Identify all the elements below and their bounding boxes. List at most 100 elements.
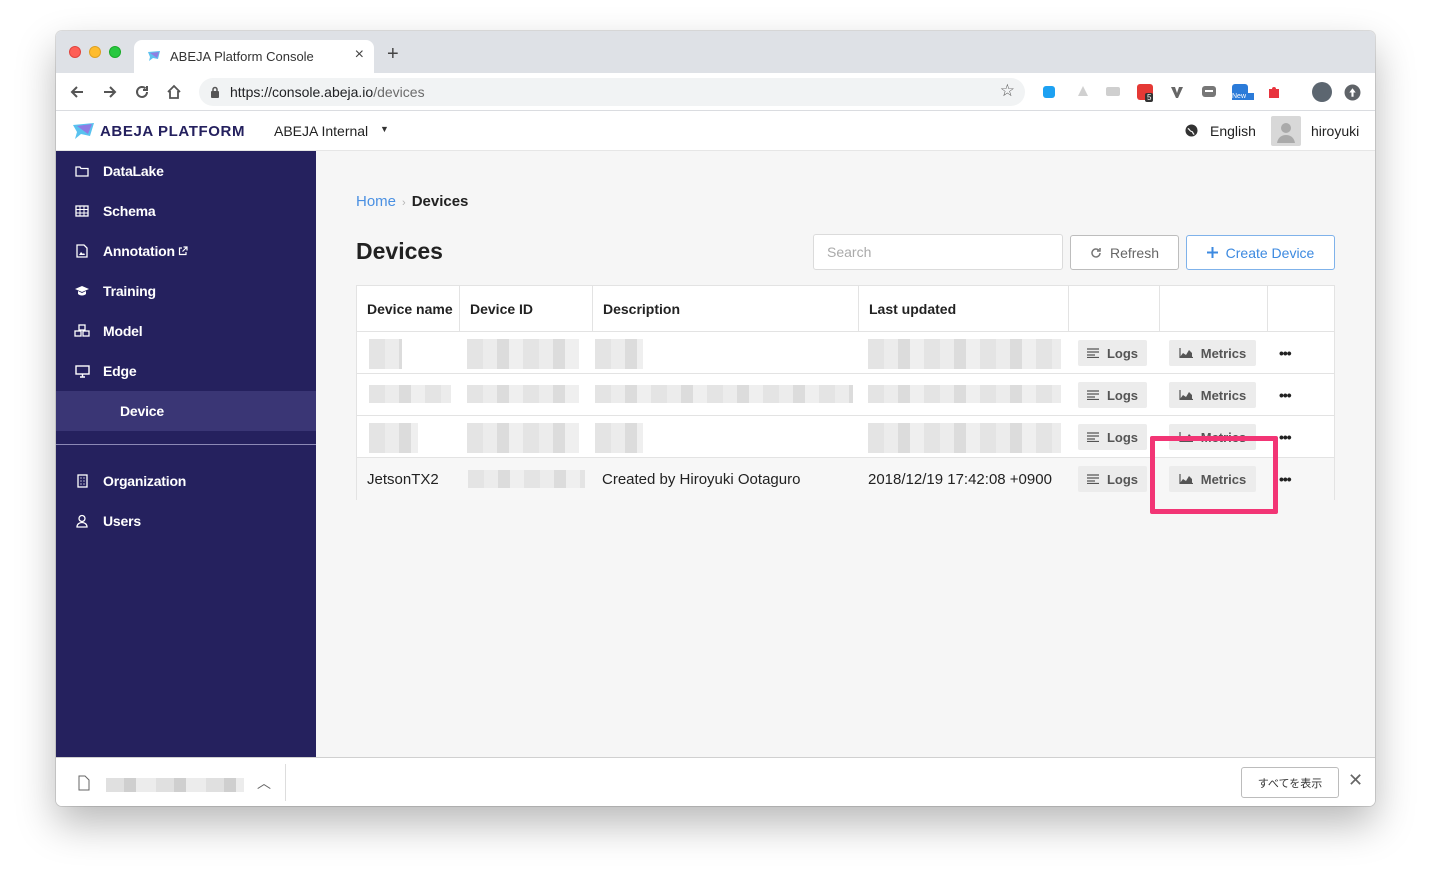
profile-avatar[interactable] [1312,82,1332,102]
table-row[interactable]: Logs Metrics ••• [357,332,1334,374]
table-row[interactable]: Logs Metrics ••• [357,374,1334,416]
close-window-button[interactable] [69,46,81,58]
sidebar-item-label: Annotation [103,243,175,259]
breadcrumb-home-link[interactable]: Home [356,193,396,210]
sidebar-item-label: Edge [103,363,137,379]
desktop-icon [74,363,90,379]
search-input[interactable] [813,234,1063,270]
sidebar-item-edge[interactable]: Edge [56,351,316,391]
cubes-icon [74,323,90,339]
tree-icon[interactable] [1075,84,1091,100]
bl-icon[interactable] [1043,86,1055,98]
close-icon[interactable]: ✕ [1348,770,1363,791]
more-options-button[interactable]: ••• [1279,471,1292,487]
redacted-last-updated [868,339,1061,369]
caret-down-icon[interactable]: ▼ [380,124,389,134]
sidebar-item-schema[interactable]: Schema [56,191,316,231]
badge-icon[interactable]: 5 [1137,84,1154,102]
platform-logo-text[interactable]: ABEJA PLATFORM [100,123,245,140]
upload-circle-icon[interactable] [1344,84,1361,101]
vimium-icon[interactable] [1169,84,1185,100]
forward-button[interactable] [99,81,121,103]
metrics-button[interactable]: Metrics [1169,340,1256,366]
logs-label: Logs [1106,471,1139,487]
column-header-device-id[interactable]: Device ID [460,286,593,332]
globe-icon[interactable] [1185,124,1198,137]
address-bar[interactable]: https://console.abeja.io/devices ☆ [199,78,1025,106]
refresh-icon [1090,247,1102,259]
more-options-button[interactable]: ••• [1279,387,1292,403]
sidebar-item-device[interactable]: Device [56,391,316,431]
column-header-metrics [1160,286,1268,332]
maximize-window-button[interactable] [109,46,121,58]
logs-button[interactable]: Logs [1078,466,1147,492]
column-header-logs [1069,286,1160,332]
sidebar-divider [56,444,316,445]
new-icon[interactable]: New [1232,84,1254,100]
list-icon [1086,348,1099,358]
url-path: /devices [373,84,425,100]
redacted-download-filename[interactable] [106,778,244,792]
list-icon [1086,432,1099,442]
breadcrumb-separator: › [402,197,406,209]
refresh-label: Refresh [1109,244,1160,261]
user-icon [74,513,90,529]
metrics-button[interactable]: Metrics [1169,424,1256,450]
refresh-button[interactable]: Refresh [1070,235,1179,270]
username[interactable]: hiroyuki [1311,123,1359,139]
table-row[interactable]: JetsonTX2 Created by Hiroyuki Ootaguro 2… [357,458,1334,500]
column-header-device-name[interactable]: Device name [357,286,460,332]
metrics-button[interactable]: Metrics [1169,382,1256,408]
bookmark-star-icon[interactable]: ☆ [1000,81,1015,101]
metrics-button[interactable]: Metrics [1169,466,1256,492]
sidebar-item-datalake[interactable]: DataLake [56,151,316,191]
create-device-label: Create Device [1225,244,1315,261]
sidebar-item-model[interactable]: Model [56,311,316,351]
plus-icon [1206,247,1218,258]
tab-title: ABEJA Platform Console [170,49,314,64]
abeja-logo-icon[interactable] [72,121,96,141]
home-button[interactable] [163,81,185,103]
logs-button[interactable]: Logs [1078,424,1147,450]
back-button[interactable] [66,81,88,103]
puzzle-icon[interactable] [1266,84,1282,100]
sidebar-item-annotation[interactable]: Annotation [56,231,316,271]
url-host: https://console.abeja.io [230,84,374,100]
download-bar-divider [285,764,286,801]
abeja-favicon-icon [148,51,160,61]
extension-badge-count: 5 [1145,93,1154,102]
message-icon[interactable] [1201,84,1217,100]
minimize-window-button[interactable] [89,46,101,58]
reload-button[interactable] [131,81,153,103]
devices-table: Device name Device ID Description Last u… [356,285,1335,500]
chat-icon[interactable] [1105,84,1121,100]
show-all-downloads-button[interactable]: すべてを表示 [1241,767,1339,798]
redacted-device-name [369,385,451,403]
logs-button[interactable]: Logs [1078,382,1147,408]
main-content: Home › Devices Devices Refresh Create Devi… [316,151,1375,757]
tab-close-icon[interactable]: × [355,46,364,64]
logs-label: Logs [1106,387,1139,403]
area-chart-icon [1179,432,1193,442]
column-header-last-updated[interactable]: Last updated [859,286,1069,332]
more-options-button[interactable]: ••• [1279,429,1292,445]
more-options-button[interactable]: ••• [1279,345,1292,361]
column-header-description[interactable]: Description [593,286,859,332]
chevron-up-icon[interactable]: ︿ [257,773,271,793]
sidebar-item-label: Device [120,403,164,419]
sidebar-item-label: Training [103,283,156,299]
language-selector[interactable]: English [1210,123,1256,139]
sidebar-item-users[interactable]: Users [56,501,316,541]
redacted-device-name [369,423,418,453]
create-device-button[interactable]: Create Device [1186,235,1335,270]
organization-selector[interactable]: ABEJA Internal [274,123,368,139]
sidebar-item-organization[interactable]: Organization [56,461,316,501]
sidebar-item-training[interactable]: Training [56,271,316,311]
new-tab-button[interactable]: + [387,44,399,64]
browser-tab[interactable]: ABEJA Platform Console × [134,40,374,73]
logs-button[interactable]: Logs [1078,340,1147,366]
redacted-description [595,423,643,453]
redacted-device-id [467,385,579,403]
user-avatar[interactable] [1271,116,1301,146]
table-row[interactable]: Logs Metrics ••• [357,416,1334,458]
